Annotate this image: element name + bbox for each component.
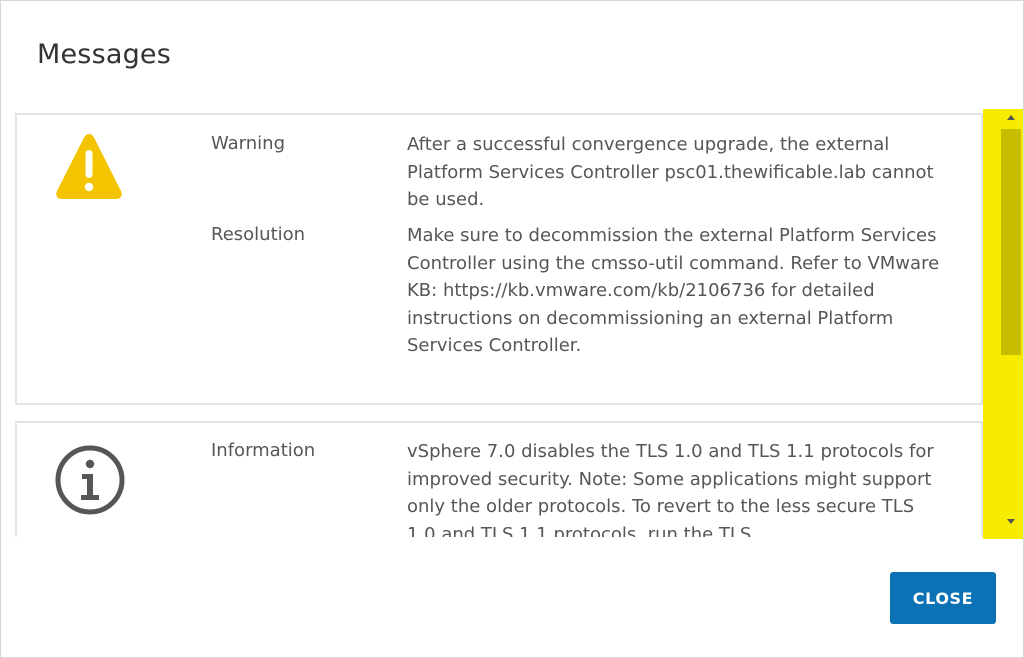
message-card-information: Information vSphere 7.0 disables the TLS…	[15, 421, 983, 537]
info-icon	[53, 443, 127, 521]
message-card-warning: Warning After a successful convergence u…	[15, 113, 983, 405]
messages-scrollbar[interactable]	[983, 109, 1023, 539]
resolution-label: Resolution	[211, 224, 306, 245]
warning-label: Warning	[211, 133, 286, 154]
scroll-thumb[interactable]	[1001, 129, 1021, 355]
messages-dialog: Messages Warning After a successful conv…	[0, 0, 1024, 658]
scroll-down-icon[interactable]	[1007, 519, 1015, 524]
scroll-up-icon[interactable]	[1007, 115, 1015, 120]
information-label: Information	[211, 440, 316, 461]
messages-list[interactable]: Warning After a successful convergence u…	[15, 113, 1023, 537]
dialog-title: Messages	[37, 39, 172, 70]
warning-icon	[53, 131, 125, 207]
resolution-text: Make sure to decommission the external P…	[407, 225, 940, 356]
information-text: vSphere 7.0 disables the TLS 1.0 and TLS…	[407, 441, 934, 537]
close-button[interactable]: CLOSE	[890, 572, 996, 624]
warning-text: After a successful convergence upgrade, …	[407, 134, 934, 210]
